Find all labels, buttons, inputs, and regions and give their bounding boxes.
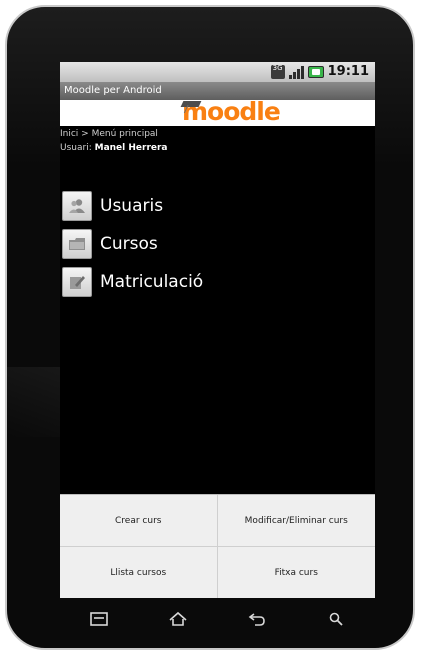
folder-icon [62,229,92,259]
system-navbar [60,604,375,634]
option-edit-delete-course[interactable]: Modificar/Eliminar curs [217,495,375,547]
status-bar: 3G 19:11 [60,62,375,82]
search-icon[interactable] [325,608,347,630]
status-icons: 3G 19:11 [270,64,369,79]
home-icon[interactable] [167,608,189,630]
frame-sheen [7,367,67,437]
user-label: Usuari: [60,143,92,153]
option-course-sheet[interactable]: Fitxa curs [218,547,376,598]
menu-item-enrollment[interactable]: Matriculació [62,263,203,301]
menu-item-users-label: Usuaris [100,196,164,216]
graduation-cap-icon [180,101,202,107]
menu-item-courses-label: Cursos [100,234,158,254]
battery-icon [307,65,324,78]
option-list-courses[interactable]: Llista cursos [60,547,218,598]
menu-item-courses[interactable]: Cursos [62,225,203,263]
logo-strip: moodle [60,97,375,126]
menu-item-enrollment-label: Matriculació [100,272,204,292]
current-user: Usuari: Manel Herrera [60,142,168,154]
moodle-logo: moodle [180,97,281,126]
breadcrumb: Inici > Menú principal [60,129,158,139]
status-clock: 19:11 [327,64,369,79]
main-menu: Usuaris Cursos Matriculació [62,187,203,301]
signal-icon [288,65,304,79]
menu-item-users[interactable]: Usuaris [62,187,203,225]
menu-icon[interactable] [88,608,110,630]
device-screen: 3G 19:11 Moodle per Android moodle Inici… [60,62,375,598]
3g-icon: 3G [270,64,285,79]
users-icon [62,191,92,221]
user-name: Manel Herrera [94,143,168,153]
options-menu: Crear curs Modificar/Eliminar curs Llist… [60,494,375,598]
back-icon[interactable] [246,608,268,630]
option-create-course[interactable]: Crear curs [60,495,218,547]
edit-icon [62,267,92,297]
